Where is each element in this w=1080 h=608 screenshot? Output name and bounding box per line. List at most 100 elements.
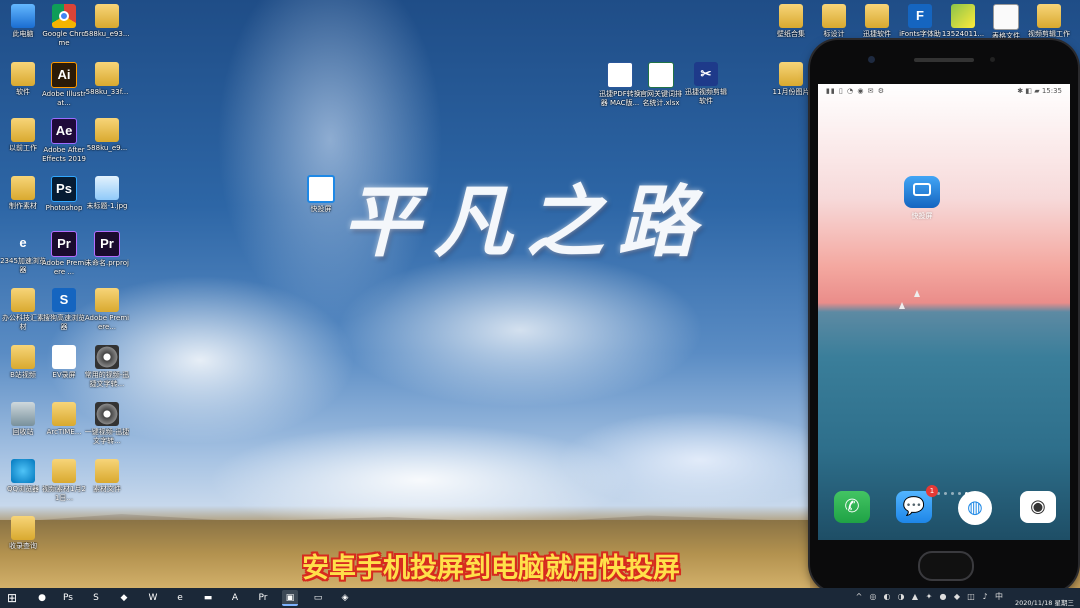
phone-call-icon[interactable]: ✆ (834, 491, 870, 523)
taskbar-start-icon[interactable]: ⊞ (4, 590, 20, 606)
desktop-icon[interactable]: 软件 (0, 62, 46, 97)
desktop-icon[interactable]: ✂ 迅捷视频剪辑软件 (683, 62, 729, 106)
front-camera (868, 56, 875, 63)
messages-icon[interactable]: 💬 (896, 491, 932, 523)
desktop-icon[interactable]: Adobe Premiere... (84, 288, 130, 332)
tray-app-icon[interactable]: ✦ (924, 592, 934, 602)
desktop-icon[interactable]: 588ku_e9... (84, 118, 130, 153)
qq-browser-icon (11, 459, 35, 483)
taskbar: ⊞ ● Ps S ◆ We ▬ A Pr ▣ ▭ ◈ ^ ◎ ◐ ◑ ▲ ✦ ● ◆ ◫ ♪ 中 20… (0, 588, 1080, 608)
desktop-icon[interactable]: 素材文件 (84, 459, 130, 494)
desktop-icon[interactable]: 收录查询 (0, 516, 46, 551)
tray-app-icon[interactable]: ◐ (882, 592, 892, 602)
desktop-icon[interactable]: Ps Photoshop (41, 176, 87, 213)
taskbar-premiere-icon[interactable]: Pr (255, 590, 271, 606)
folder-icon (779, 62, 803, 86)
tray-app-icon[interactable]: ▲ (910, 592, 920, 602)
desktop-icon[interactable]: X 官网关键词排名统计.xlsx (638, 62, 684, 108)
folder-icon (11, 176, 35, 200)
desktop-icon[interactable]: 未标题-1.jpg (84, 176, 130, 211)
tray-app-icon[interactable]: ◆ (952, 592, 962, 602)
desktop-icon[interactable]: QQ浏览器 (0, 459, 46, 494)
folder-icon (95, 62, 119, 86)
desktop-icon[interactable]: 一键视频-迅捷文字转... (84, 402, 130, 446)
system-tray: ^ ◎ ◐ ◑ ▲ ✦ ● ◆ ◫ ♪ 中 2020/11/18 星期三 (846, 588, 1076, 608)
folder-icon (1037, 4, 1061, 28)
desktop-icon[interactable]: B站视频 (0, 345, 46, 380)
volume-icon[interactable]: ♪ (980, 592, 990, 602)
taskbar-clock[interactable]: 2020/11/18 星期三 (1015, 597, 1074, 607)
camera-icon[interactable]: ◉ (1020, 491, 1056, 523)
desktop-icon[interactable]: 标设计 (811, 4, 857, 39)
tray-app-icon[interactable]: ◎ (868, 592, 878, 602)
desktop-icon[interactable]: Ae Adobe After Effects 2019 (41, 118, 87, 164)
computer-icon (11, 4, 35, 28)
desktop-icon[interactable]: 表格文件 (983, 4, 1029, 41)
desktop-icon[interactable]: W 迅捷PDF转换器 MAC版... (597, 62, 643, 108)
desktop-icon[interactable]: ✿ EV录屏 (41, 345, 87, 380)
desktop-icon[interactable]: 回收站 (0, 402, 46, 437)
desktop-icon[interactable]: 视频素材1月21日... (41, 459, 87, 503)
tray-app-icon[interactable]: ● (938, 592, 948, 602)
desktop-icon[interactable]: 588ku_e93... (84, 4, 130, 39)
desktop-icon[interactable]: 壁纸合集 (768, 4, 814, 39)
desktop-icon-label: 标设计 (823, 30, 845, 38)
folder-icon (865, 4, 889, 28)
folder-icon (95, 288, 119, 312)
desktop-icon[interactable]: 11月份图片 (768, 62, 814, 97)
tray-app-icon[interactable]: ◑ (896, 592, 906, 602)
taskbar-screen-recorder-icon[interactable]: ▬ (200, 590, 216, 606)
browser-icon[interactable]: ◍ (958, 491, 992, 525)
earpiece (914, 58, 974, 62)
desktop-icon-label: Adobe Premiere ... (41, 259, 87, 276)
desktop-icon[interactable]: 制作素材 (0, 176, 46, 211)
desktop-icon[interactable]: Pr 未命名.prproj (84, 231, 130, 268)
desktop-icon-label: 收录查询 (9, 542, 37, 550)
input-method-icon[interactable]: 中 (994, 592, 1004, 602)
app-kuaitouping[interactable]: 快投屏 (902, 176, 942, 221)
desktop-icon[interactable]: e 2345加速浏览器 (0, 231, 46, 275)
taskbar-sogou-icon[interactable]: S (88, 590, 104, 606)
desktop-icon[interactable]: Pr Adobe Premiere ... (41, 231, 87, 277)
folder-icon (11, 62, 35, 86)
desktop-icon-label: QQ浏览器 (6, 485, 40, 493)
sensor (990, 57, 995, 62)
taskbar-kuaitouping-icon[interactable]: ▣ (282, 590, 298, 606)
folder-icon (52, 402, 76, 426)
taskbar-360-icon[interactable]: ● (34, 590, 50, 606)
desktop-icon[interactable]: ▣ 快投屏 (298, 175, 344, 214)
desktop-icon[interactable]: Ai Adobe Illustrat... (41, 62, 87, 108)
desktop-icon-label: 搜狗高速浏览器 (43, 314, 85, 331)
taskbar-browser-icon[interactable]: ◆ (116, 590, 132, 606)
illustrator-icon: Ai (51, 62, 77, 88)
ifonts-icon: F (908, 4, 932, 28)
tray-arrow-icon[interactable]: ^ (854, 592, 864, 602)
taskbar-word-icon[interactable]: W (145, 590, 161, 606)
desktop-icon[interactable]: 常用的视频-迅捷文字转... (84, 345, 130, 389)
taskbar-edge-icon[interactable]: e (172, 590, 188, 606)
desktop-icon-label: EV录屏 (52, 371, 76, 379)
desktop-icon[interactable]: 以前工作 (0, 118, 46, 153)
image-file-icon (951, 4, 975, 28)
taskbar-file-explorer-icon[interactable]: ▭ (310, 590, 326, 606)
desktop-icon[interactable]: 视频剪辑工作 (1026, 4, 1072, 39)
desktop-icon[interactable]: S 搜狗高速浏览器 (41, 288, 87, 332)
desktop-icon-label: 素材文件 (93, 485, 121, 493)
desktop-icon-label: 壁纸合集 (777, 30, 805, 38)
home-button[interactable] (918, 551, 974, 581)
network-icon[interactable]: ◫ (966, 592, 976, 602)
desktop-icon[interactable]: 13524011... (940, 4, 986, 39)
desktop-icon[interactable]: 办公科技汇素材 (0, 288, 46, 332)
chrome-icon (52, 4, 76, 28)
desktop-icon[interactable]: 588ku_33f... (84, 62, 130, 97)
taskbar-photoshop-icon[interactable]: Ps (60, 590, 76, 606)
taskbar-illustrator-icon[interactable]: A (227, 590, 243, 606)
desktop-icon[interactable]: Google Chrome (41, 4, 87, 48)
phone-screen[interactable]: ▮▮ ▯ ◔ ◉ ✉ ⚙ ✱ ◧ ▰ 15:35 快投屏 ✆ 💬 1 ◍ ◉ (818, 84, 1070, 540)
app-label: 快投屏 (911, 212, 933, 220)
desktop-icon[interactable]: ArcTIME... (41, 402, 87, 437)
folder-icon (95, 4, 119, 28)
desktop-icon[interactable]: 迅捷软件 (854, 4, 900, 39)
desktop-icon[interactable]: 此电脑 (0, 4, 46, 39)
taskbar-app-icon[interactable]: ◈ (337, 590, 353, 606)
